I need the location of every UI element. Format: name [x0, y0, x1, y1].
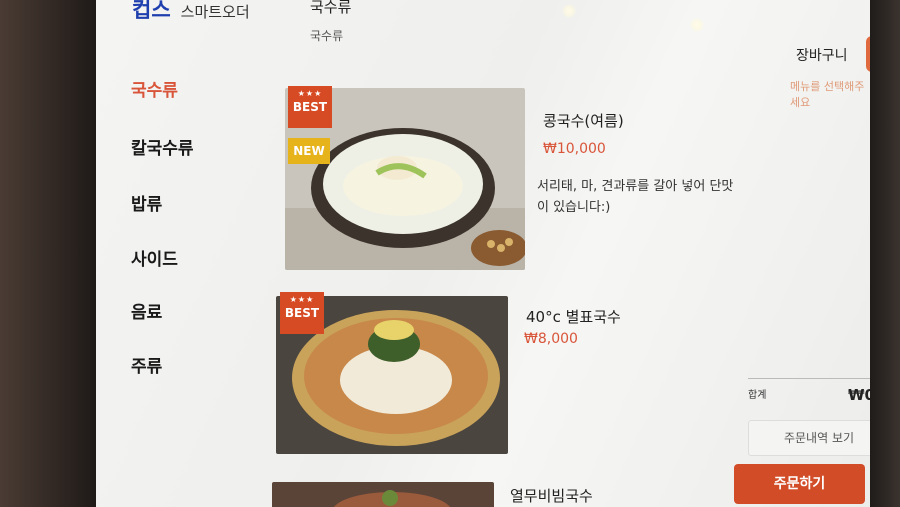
stars-icon: ★★★ [289, 295, 315, 304]
best-badge: ★★★ BEST [280, 292, 324, 334]
breadcrumb: 국수류 [310, 29, 344, 43]
category-drinks[interactable]: 음료 [131, 298, 162, 323]
order-button[interactable]: 주문하기 [734, 464, 865, 504]
brand-logo: 컵스 [132, 0, 171, 22]
order-history-button[interactable]: 주문내역 보기 [748, 420, 874, 456]
stars-icon: ★★★ [297, 89, 323, 98]
best-badge: ★★★ BEST [288, 86, 332, 128]
category-rice[interactable]: 밥류 [131, 190, 162, 215]
brand-subtitle: 스마트오더 [180, 3, 250, 21]
item-description: 서리태, 마, 견과류를 갈아 넣어 단맛이 있습니다:) [537, 179, 734, 215]
kiosk-screen: 컵스 스마트오더 국수류 국수류 국수류 칼국수류 밥류 사이드 음료 주류 ★… [96, 0, 874, 507]
category-kalguksu[interactable]: 칼국수류 [131, 134, 194, 159]
best-badge-label: BEST [292, 99, 328, 114]
item-name[interactable]: 콩국수(여름) [543, 110, 624, 131]
divider [748, 378, 874, 379]
page-title: 국수류 [310, 0, 352, 16]
item-image-yeolmu-bibim-guksu[interactable] [272, 482, 494, 507]
new-badge: NEW [288, 138, 330, 164]
category-side[interactable]: 사이드 [131, 245, 178, 270]
brand-header: 컵스 스마트오더 [132, 0, 250, 24]
category-alcohol[interactable]: 주류 [131, 352, 162, 377]
item-name[interactable]: 40°c 별표국수 [526, 306, 621, 327]
item-price: ₩8,000 [524, 331, 578, 347]
kiosk-bezel-left [0, 0, 96, 507]
cart-title: 장바구니 [796, 48, 848, 64]
cart-hint: 메뉴를 선택해주세요 [790, 80, 865, 109]
ceiling-light-reflection [690, 18, 704, 32]
category-noodles[interactable]: 국수류 [131, 76, 178, 101]
total-label: 합계 [748, 390, 767, 401]
item-name[interactable]: 열무비빔국수 [510, 485, 593, 506]
ceiling-light-reflection [562, 4, 576, 18]
kiosk-bezel-right [870, 0, 900, 507]
best-badge-label: BEST [284, 305, 320, 320]
item-price: ₩10,000 [543, 141, 606, 157]
